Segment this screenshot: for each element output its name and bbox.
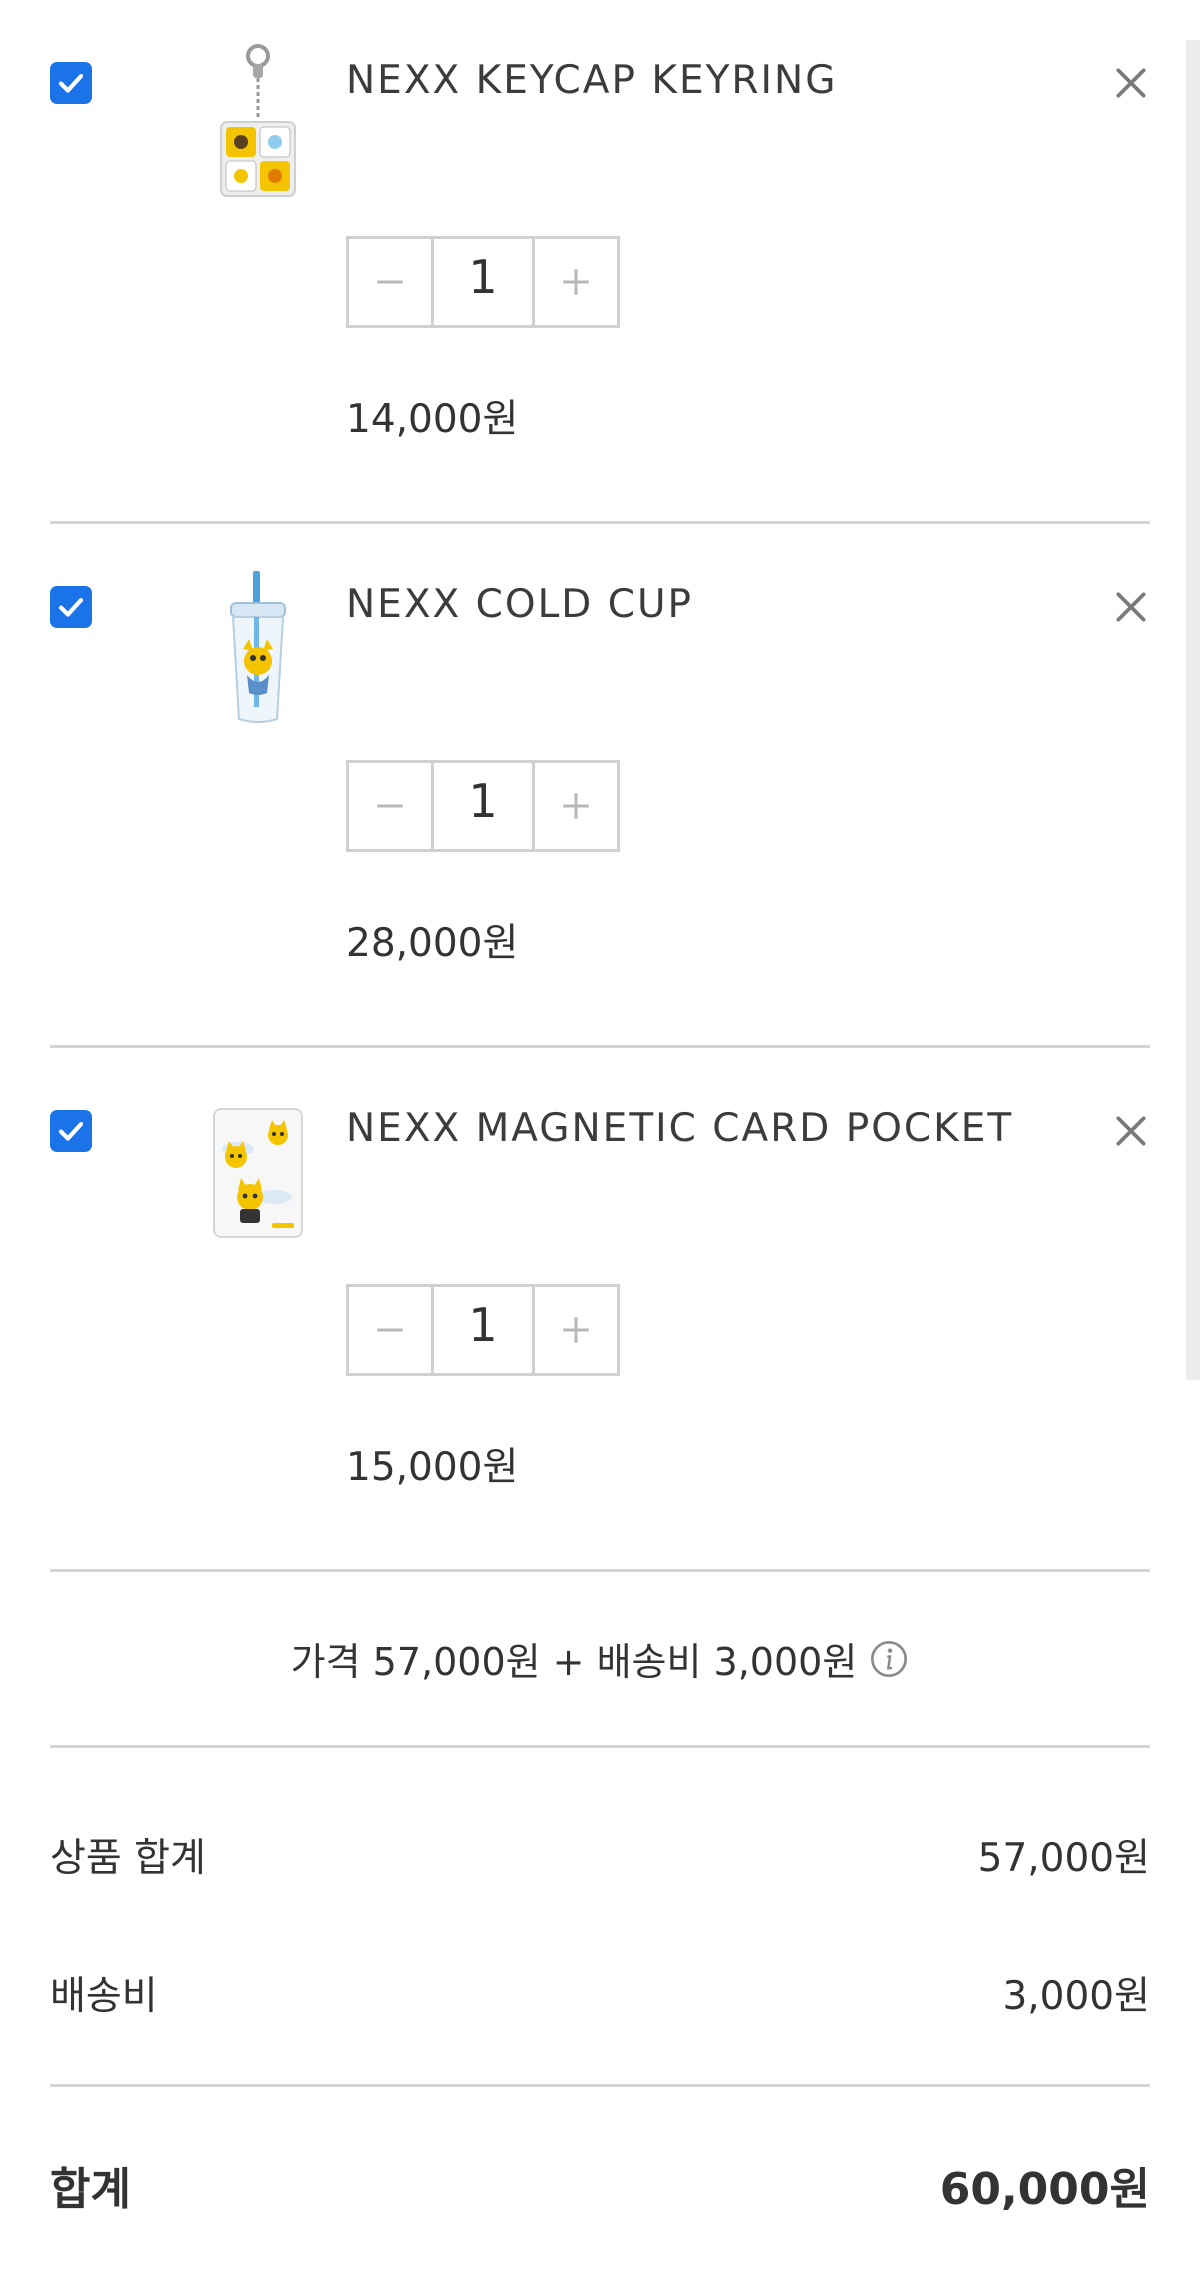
- totals-block: 상품 합계 57,000원 배송비 3,000원: [50, 1748, 1150, 2087]
- item-price: 15,000원: [346, 1445, 519, 1490]
- close-icon[interactable]: [1112, 64, 1150, 102]
- cart-item: NEXX KEYCAP KEYRING 1 14,000원: [50, 0, 1150, 524]
- info-icon[interactable]: [869, 1639, 909, 1679]
- item-price: 28,000원: [346, 921, 519, 966]
- checkmark-icon: [58, 598, 84, 617]
- quantity-stepper: 1: [346, 1284, 620, 1376]
- increase-button[interactable]: [535, 763, 617, 849]
- minus-icon: [377, 1328, 403, 1332]
- cart-item: NEXX COLD CUP 1 28,000원: [50, 524, 1150, 1048]
- checkmark-icon: [58, 74, 84, 93]
- quantity-value[interactable]: 1: [431, 239, 535, 325]
- subtotal-label: 상품 합계: [50, 1836, 206, 1881]
- subtotal-row: 상품 합계 57,000원: [50, 1786, 1150, 1924]
- total-value: 60,000원: [939, 2164, 1150, 2215]
- item-name[interactable]: NEXX KEYCAP KEYRING: [346, 58, 837, 103]
- price-summary-text: 가격 57,000원 + 배송비 3,000원: [290, 1640, 858, 1684]
- total-row: 합계 60,000원: [50, 2087, 1150, 2283]
- close-icon[interactable]: [1112, 1112, 1150, 1150]
- card-pocket-image[interactable]: [150, 1088, 365, 1258]
- plus-icon: [563, 793, 589, 819]
- price-summary: 가격 57,000원 + 배송비 3,000원: [50, 1572, 1150, 1748]
- close-icon[interactable]: [1112, 588, 1150, 626]
- item-name[interactable]: NEXX COLD CUP: [346, 582, 693, 627]
- decrease-button[interactable]: [349, 763, 431, 849]
- quantity-value[interactable]: 1: [431, 1287, 535, 1373]
- increase-button[interactable]: [535, 1287, 617, 1373]
- keyring-image[interactable]: [150, 40, 365, 210]
- decrease-button[interactable]: [349, 1287, 431, 1373]
- item-price: 14,000원: [346, 397, 519, 442]
- minus-icon: [377, 804, 403, 808]
- minus-icon: [377, 280, 403, 284]
- shipping-row: 배송비 3,000원: [50, 1924, 1150, 2062]
- plus-icon: [563, 269, 589, 295]
- quantity-value[interactable]: 1: [431, 763, 535, 849]
- item-checkbox[interactable]: [50, 62, 92, 104]
- quantity-stepper: 1: [346, 236, 620, 328]
- plus-icon: [563, 1317, 589, 1343]
- increase-button[interactable]: [535, 239, 617, 325]
- cart-item: NEXX MAGNETIC CARD POCKET 1 15,000원: [50, 1048, 1150, 1572]
- cart-container: NEXX KEYCAP KEYRING 1 14,000원 NEXX COLD …: [50, 0, 1150, 2283]
- shipping-value: 3,000원: [1002, 1974, 1150, 2019]
- quantity-stepper: 1: [346, 760, 620, 852]
- subtotal-value: 57,000원: [977, 1836, 1150, 1881]
- checkmark-icon: [58, 1122, 84, 1141]
- shipping-label: 배송비: [50, 1974, 158, 2019]
- cold-cup-image[interactable]: [150, 564, 365, 734]
- item-name[interactable]: NEXX MAGNETIC CARD POCKET: [346, 1106, 1013, 1151]
- scrollbar[interactable]: [1186, 40, 1200, 1380]
- total-label: 합계: [50, 2164, 131, 2215]
- decrease-button[interactable]: [349, 239, 431, 325]
- item-checkbox[interactable]: [50, 586, 92, 628]
- item-checkbox[interactable]: [50, 1110, 92, 1152]
